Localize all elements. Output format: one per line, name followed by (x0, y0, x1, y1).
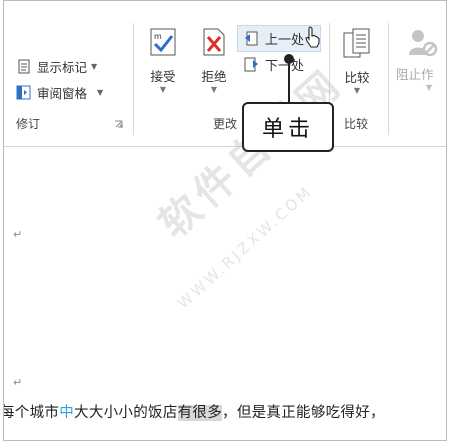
chevron-down-icon: ▼ (159, 85, 167, 94)
previous-change-icon (244, 31, 259, 46)
reject-button[interactable]: 拒绝 ▼ (197, 27, 231, 94)
svg-text:m: m (154, 32, 162, 41)
reject-x-icon (200, 27, 231, 60)
previous-change-label: 上一处 (265, 32, 305, 48)
compare-documents-icon (342, 27, 376, 64)
pane-icon (16, 85, 31, 100)
chevron-down-icon: ▼ (97, 87, 104, 97)
inserted-text: 中 (59, 405, 75, 421)
word-window: 显示标记 ▼ 审阅窗格 ▼ 修订 m 接受 ▼ 拒绝 ▼ 上一处 下一处 更改 … (3, 0, 447, 441)
next-change-icon (244, 57, 259, 72)
tracking-group-label: 修订 (16, 117, 41, 131)
dialog-launcher-icon[interactable] (114, 118, 123, 132)
review-ribbon: 显示标记 ▼ 审阅窗格 ▼ 修订 m 接受 ▼ 拒绝 ▼ 上一处 下一处 更改 … (4, 1, 446, 147)
reviewing-pane-button[interactable]: 审阅窗格 ▼ (16, 83, 103, 101)
paragraph-mark: ↵ (13, 376, 23, 389)
callout-dot (284, 54, 294, 64)
chevron-down-icon: ▼ (210, 85, 218, 94)
mouse-cursor-icon (305, 26, 321, 51)
paragraph-mark: ↵ (13, 228, 23, 241)
click-callout: 单击 (242, 102, 334, 152)
show-markup-label: 显示标记 (37, 59, 88, 75)
document-lines-icon (16, 59, 31, 74)
block-authors-button[interactable]: 阻止作 ▼ (396, 27, 446, 92)
accept-label: 接受 (150, 69, 176, 84)
block-authors-label: 阻止作 (396, 67, 434, 82)
block-authors-icon (408, 27, 446, 62)
reviewing-pane-label: 审阅窗格 (37, 85, 88, 101)
text-run: 每个城市 (3, 405, 60, 421)
chevron-down-icon: ▼ (91, 61, 98, 71)
reject-label: 拒绝 (201, 69, 227, 84)
group-divider (388, 23, 389, 135)
accept-button[interactable]: m 接受 ▼ (146, 27, 180, 94)
compare-group-label: 比较 (344, 117, 369, 131)
group-divider (133, 23, 134, 135)
chevron-down-icon: ▼ (426, 83, 433, 92)
text-run: 大大小小的饭店 (74, 405, 178, 421)
highlighted-text: 有很多 (177, 405, 223, 421)
show-markup-button[interactable]: 显示标记 ▼ (16, 57, 97, 75)
callout-leader-line (288, 58, 290, 103)
accept-check-icon: m (149, 27, 180, 60)
document-text-line[interactable]: 每个城市中大大小小的饭店有很多，但是真正能够吃得好， (3, 401, 385, 422)
text-run: ，但是真正能够吃得好， (222, 405, 385, 421)
previous-change-button[interactable]: 上一处 (244, 29, 305, 48)
